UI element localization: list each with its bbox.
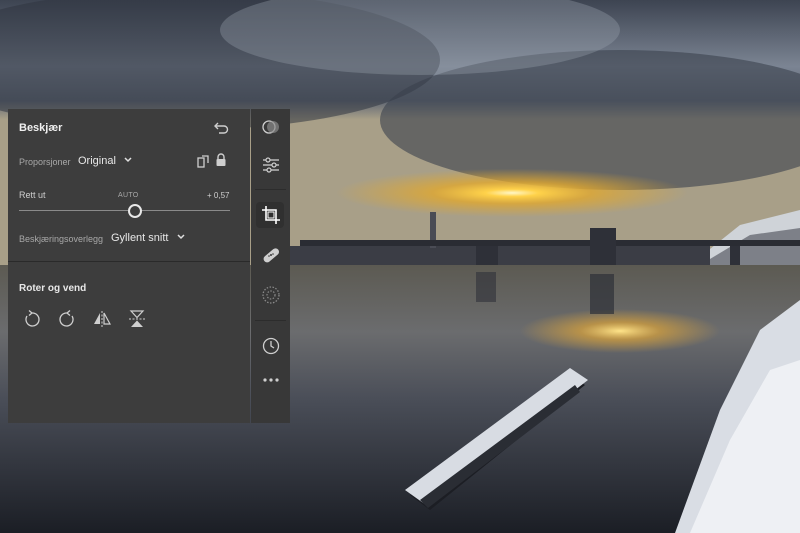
flip-horizontal-icon <box>94 311 112 327</box>
rail-more-button[interactable] <box>260 369 282 391</box>
rail-divider <box>255 320 286 321</box>
aspect-label: Proporsjoner <box>19 157 71 167</box>
overlay-value: Gyllent snitt <box>111 232 169 244</box>
straighten-slider-track[interactable] <box>19 210 230 211</box>
lock-icon <box>216 153 226 166</box>
rotate-left-button[interactable] <box>23 309 41 329</box>
swap-orientation-icon <box>197 155 209 168</box>
aspect-orientation-button[interactable] <box>197 153 210 168</box>
rotate-left-icon <box>25 310 40 327</box>
straighten-value: + 0,57 <box>207 191 230 200</box>
rotate-section-title: Roter og vend <box>19 283 87 294</box>
flip-horizontal-button[interactable] <box>93 309 112 329</box>
rail-healing-button[interactable] <box>260 244 282 266</box>
rail-masking-button[interactable] <box>260 284 282 306</box>
rotate-right-button[interactable] <box>58 309 76 329</box>
straighten-auto-button[interactable]: AUTO <box>118 192 139 199</box>
masking-icon <box>262 286 280 304</box>
flip-vertical-icon <box>129 310 145 327</box>
history-icon <box>262 337 280 355</box>
reset-icon <box>214 122 229 134</box>
aspect-dropdown[interactable]: Original <box>78 155 132 167</box>
overlay-dropdown[interactable]: Gyllent snitt <box>111 232 185 244</box>
crop-icon <box>262 206 280 224</box>
more-icon <box>263 378 279 382</box>
panel-title: Beskjær <box>19 122 63 134</box>
tool-rail <box>251 109 290 423</box>
section-divider <box>8 261 250 262</box>
crop-panel: Beskjær Proporsjoner Original Rett ut AU… <box>8 109 250 423</box>
rail-divider <box>255 189 286 190</box>
chevron-down-icon <box>124 157 132 163</box>
chevron-down-icon <box>177 234 185 240</box>
rail-history-button[interactable] <box>260 335 282 357</box>
presets-icon <box>262 120 279 134</box>
flip-vertical-button[interactable] <box>128 309 146 329</box>
adjust-icon <box>263 157 279 173</box>
aspect-lock-button[interactable] <box>215 153 227 168</box>
aspect-value: Original <box>78 155 116 167</box>
rail-crop-button[interactable] <box>260 204 282 226</box>
overlay-label: Beskjæringsoverlegg <box>19 234 104 244</box>
straighten-slider-thumb[interactable] <box>128 204 143 218</box>
reset-button[interactable] <box>213 121 229 135</box>
healing-icon <box>263 248 280 263</box>
rail-presets-button[interactable] <box>260 116 282 138</box>
rail-edit-button[interactable] <box>260 154 282 176</box>
rotate-right-icon <box>59 310 74 327</box>
straighten-label: Rett ut <box>19 190 46 200</box>
